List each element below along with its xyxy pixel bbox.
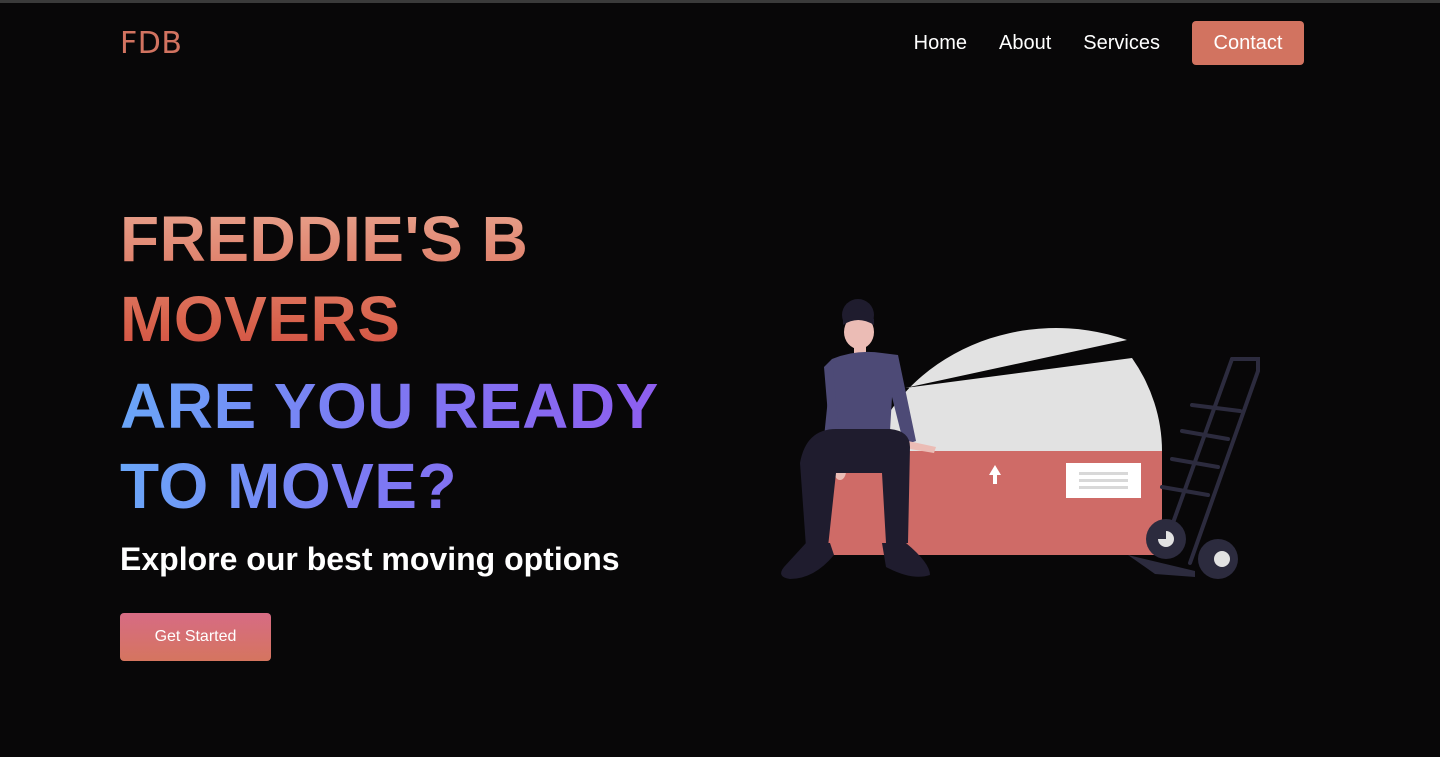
page: FDB Home About Services Contact FREDDIE'… bbox=[0, 0, 1440, 757]
mover-sitting-on-box-illustration bbox=[781, 299, 1260, 579]
hero-title: FREDDIE'S B MOVERS bbox=[120, 199, 528, 359]
hero-title-line-1: FREDDIE'S B bbox=[120, 203, 529, 275]
logo[interactable]: FDB bbox=[120, 26, 182, 61]
get-started-button[interactable]: Get Started bbox=[120, 613, 271, 661]
hero-subtitle: ARE YOU READY TO MOVE? bbox=[120, 366, 659, 526]
navbar: FDB Home About Services Contact bbox=[0, 3, 1440, 88]
nav-link-home[interactable]: Home bbox=[914, 21, 967, 65]
hero-tagline: Explore our best moving options bbox=[120, 541, 620, 577]
hero-title-line-2: MOVERS bbox=[120, 283, 401, 355]
hero-subtitle-line-2: TO MOVE? bbox=[120, 450, 458, 522]
hero-subtitle-line-1: ARE YOU READY bbox=[120, 370, 659, 442]
nav-link-services[interactable]: Services bbox=[1083, 21, 1160, 65]
nav-menu: Home About Services Contact bbox=[914, 21, 1304, 65]
contact-button[interactable]: Contact bbox=[1192, 21, 1304, 65]
nav-link-about[interactable]: About bbox=[999, 21, 1051, 65]
